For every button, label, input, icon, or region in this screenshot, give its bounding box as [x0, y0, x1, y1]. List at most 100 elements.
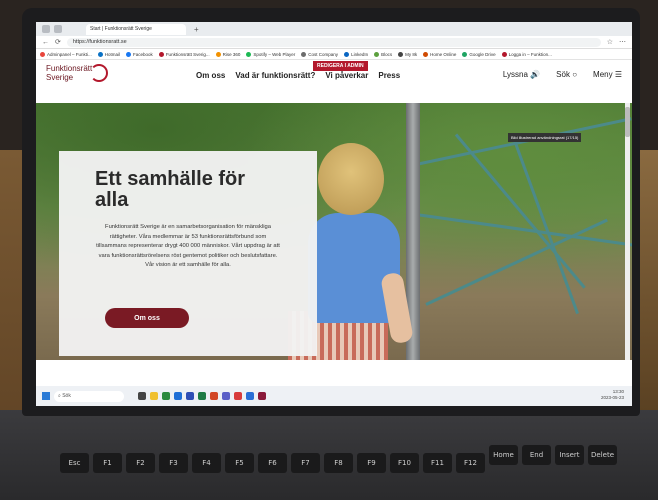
taskbar-search[interactable]: ⌕ Sök [54, 390, 124, 402]
keyboard-key: F12 [456, 453, 485, 473]
task-view-icon[interactable] [138, 392, 146, 400]
nav-om-oss[interactable]: Om oss [196, 71, 225, 80]
bookmark-favicon-icon [97, 51, 103, 57]
nav-press[interactable]: Press [378, 71, 400, 80]
windows-taskbar: ⌕ Sök 13:30 2023-05-23 [36, 386, 632, 406]
hero-card: Ett samhälle för alla Funktionsrätt Sver… [59, 151, 317, 356]
menu-button[interactable]: Meny ☰ [593, 70, 622, 79]
search-label: Sök [556, 70, 570, 79]
bookmark-label: Rise 360 [222, 51, 241, 57]
word-icon[interactable] [186, 392, 194, 400]
bookmarks-bar: Adminpanel – Funkti... Hotmail Facebook Fun… [36, 49, 632, 60]
browser-tab[interactable]: Start | Funktionsrätt Sverige [86, 23, 186, 35]
header-actions: Lyssna 🔊 Sök ○ Meny ☰ [503, 70, 622, 79]
browser-addressbar: ← ⟳ https://funktionsratt.se ☆ ⋯ [36, 36, 632, 49]
url-input[interactable]: https://funktionsratt.se [66, 37, 601, 47]
keyboard-key: F1 [93, 453, 122, 473]
keyboard-key: F9 [357, 453, 386, 473]
settings-icon[interactable]: ⋯ [619, 38, 626, 46]
nav-vi-paverkar[interactable]: Vi påverkar [325, 71, 368, 80]
search-icon: ○ [572, 70, 578, 79]
file-explorer-icon[interactable] [150, 392, 158, 400]
taskbar-search-label: Sök [62, 393, 71, 399]
keyboard-key: End [522, 445, 551, 465]
bookmark-item[interactable]: Blocs [374, 51, 393, 57]
hero-body: Funktionsrätt Sverige är en samarbetsorg… [96, 224, 280, 268]
app-icon[interactable] [258, 392, 266, 400]
search-button[interactable]: Sök ○ [556, 70, 577, 79]
bookmark-label: LinkedIn [351, 51, 369, 57]
chrome-icon[interactable] [246, 392, 254, 400]
bookmark-favicon-icon [501, 51, 507, 57]
listen-button[interactable]: Lyssna 🔊 [503, 70, 540, 79]
refresh-icon[interactable]: ⟳ [55, 38, 61, 46]
bookmark-item[interactable]: LinkedIn [344, 51, 369, 57]
site-logo[interactable]: Funktionsrätt Sverige [46, 64, 108, 82]
browser-tabbar: Start | Funktionsrätt Sverige + [36, 22, 632, 36]
keyboard-key: Delete [588, 445, 617, 465]
taskbar-clock[interactable]: 13:30 2023-05-23 [601, 389, 624, 401]
keyboard-key: F7 [291, 453, 320, 473]
scrollbar-thumb[interactable] [625, 107, 630, 137]
bookmark-favicon-icon [215, 51, 221, 57]
om-oss-button[interactable]: Om oss [105, 308, 189, 328]
bookmark-item[interactable]: Adminpanel – Funkti... [40, 51, 92, 57]
keyboard-key: F10 [390, 453, 419, 473]
logo-line-2: Sverige [46, 73, 74, 82]
logo-line-1: Funktionsrätt [46, 64, 93, 73]
windows-start-icon[interactable] [42, 392, 50, 400]
keyboard-key: F6 [258, 453, 287, 473]
keyboard-key: F5 [225, 453, 254, 473]
bookmark-favicon-icon [423, 51, 429, 57]
window-menu-icon[interactable] [42, 25, 50, 33]
bookmark-item[interactable]: Facebook [126, 51, 153, 57]
bookmark-item[interactable]: Home Online [423, 51, 457, 57]
bookmark-item[interactable]: Hotmail [97, 51, 120, 57]
bookmark-item[interactable]: Spotify – Web Player [246, 51, 295, 57]
climbing-rope [425, 218, 608, 306]
bookmark-label: Home Online [430, 51, 457, 57]
bookmark-label: Logga in – Funktion... [508, 51, 552, 57]
edge-icon[interactable] [162, 392, 170, 400]
clock-date: 2023-05-23 [600, 395, 624, 400]
keyboard-function-row: Esc F1 F2 F3 F4 F5 F6 F7 F8 F9 F10 F11 F12 Home End Ins… [60, 445, 630, 500]
acrobat-icon[interactable] [234, 392, 242, 400]
bookmark-item[interactable]: Logga in – Funktion... [501, 51, 552, 57]
bookmark-item[interactable]: Cost Company [301, 51, 339, 57]
bookmark-favicon-icon [126, 51, 132, 57]
bookmark-label: Blocs [381, 51, 393, 57]
bookmark-label: Cost Company [308, 51, 339, 57]
teams-icon[interactable] [222, 392, 230, 400]
bookmark-item[interactable]: Google Drive [462, 51, 496, 57]
bookmark-item[interactable]: Rise 360 [215, 51, 241, 57]
keyboard-key: F8 [324, 453, 353, 473]
bookmark-favicon-icon [344, 51, 350, 57]
keyboard-key: Esc [60, 453, 89, 473]
bookmark-label: Google Drive [469, 51, 496, 57]
bookmark-favicon-icon [374, 51, 380, 57]
listen-label: Lyssna [502, 70, 528, 79]
new-tab-icon[interactable]: + [194, 25, 199, 34]
hero-image: Bild illustrerad användningsrat (17/15) … [36, 103, 632, 360]
bookmark-label: My 8k [405, 51, 418, 57]
bookmark-favicon-icon [462, 51, 468, 57]
bookmark-item[interactable]: My 8k [398, 51, 418, 57]
bookmark-favicon-icon [398, 51, 404, 57]
hamburger-icon: ☰ [614, 70, 622, 79]
page-scrollbar[interactable] [625, 103, 630, 360]
nav-vad-ar-funktionsratt[interactable]: Vad är funktionsrätt? [235, 71, 315, 80]
outlook-icon[interactable] [174, 392, 182, 400]
excel-icon[interactable] [198, 392, 206, 400]
back-icon[interactable]: ← [42, 39, 49, 46]
bookmark-favicon-icon [40, 51, 45, 57]
window-tabs-icon[interactable] [54, 25, 62, 33]
star-icon[interactable]: ☆ [607, 38, 613, 46]
powerpoint-icon[interactable] [210, 392, 218, 400]
bookmark-item[interactable]: Funktionsrätt Sverig... [158, 51, 210, 57]
keyboard-key: F11 [423, 453, 452, 473]
child-head [318, 143, 384, 215]
edit-in-admin-button[interactable]: REDIGERA I ADMIN [313, 61, 368, 71]
bookmark-label: Facebook [133, 51, 153, 57]
keyboard-key: Home [489, 445, 518, 465]
bookmark-favicon-icon [301, 51, 307, 57]
